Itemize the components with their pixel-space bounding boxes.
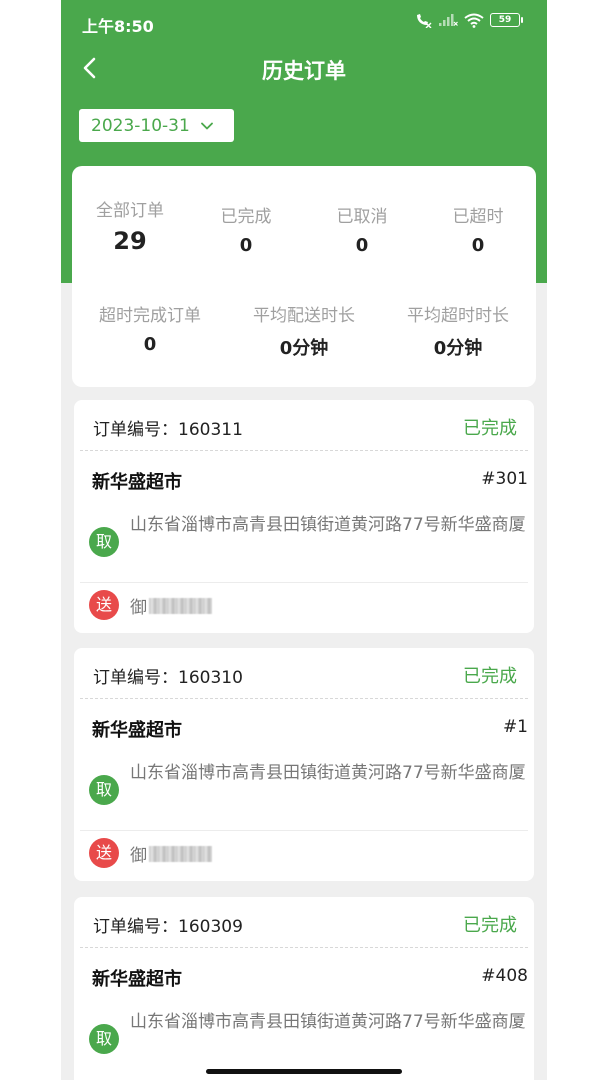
order-card[interactable]: 订单编号：160311 已完成 新华盛超市 #301 取 山东省淄博市高青县田镇… <box>74 400 534 633</box>
date-picker[interactable]: 2023-10-31 <box>79 109 234 142</box>
divider <box>80 450 528 451</box>
order-id: 订单编号：160309 <box>93 917 243 937</box>
redacted-text <box>149 845 212 862</box>
pickup-address: 山东省淄博市高青县田镇街道黄河路77号新华盛商厦 <box>130 1012 526 1032</box>
date-picker-value: 2023-10-31 <box>91 115 190 136</box>
stat-avg-delivery-time: 平均配送时长 0分钟 <box>236 301 372 360</box>
order-status: 已完成 <box>463 915 517 936</box>
stat-timeout-completed: 超时完成订单 0 <box>82 301 218 355</box>
shop-name: 新华盛超市 <box>92 472 182 493</box>
shop-name: 新华盛超市 <box>92 969 182 990</box>
status-icons: 59 <box>414 12 523 28</box>
order-id: 订单编号：160310 <box>93 668 243 688</box>
stat-label: 全部订单 <box>96 201 164 221</box>
signal-icon <box>439 14 458 26</box>
shop-name: 新华盛超市 <box>92 720 182 741</box>
chevron-down-icon <box>200 122 213 129</box>
call-muted-icon <box>417 14 432 28</box>
stat-value: 0分钟 <box>433 338 483 359</box>
stat-value: 0 <box>143 334 157 355</box>
pickup-badge: 取 <box>89 1024 119 1054</box>
navigation-bar: 历史订单 <box>61 46 547 90</box>
order-card[interactable]: 订单编号：160310 已完成 新华盛超市 #1 取 山东省淄博市高青县田镇街道… <box>74 648 534 881</box>
app-screen: 上午8:50 59 历史订单 2023-10-31 全部订单 29 已完成 0 … <box>61 0 547 1080</box>
delivery-badge: 送 <box>89 838 119 868</box>
stat-completed: 已完成 0 <box>194 202 298 256</box>
order-number: #301 <box>481 469 528 489</box>
stat-label: 已取消 <box>336 207 388 227</box>
recipient-name: 御 <box>130 598 147 618</box>
stat-value: 0 <box>355 235 369 256</box>
pickup-badge: 取 <box>89 775 119 805</box>
stat-value: 0 <box>471 235 485 256</box>
divider <box>80 698 528 699</box>
pickup-address: 山东省淄博市高青县田镇街道黄河路77号新华盛商厦 <box>130 763 526 783</box>
stat-label: 已完成 <box>220 207 272 227</box>
stat-cancelled: 已取消 0 <box>310 202 414 256</box>
wifi-icon <box>464 13 484 28</box>
order-header: 订单编号：160311 已完成 <box>74 400 534 450</box>
home-indicator[interactable] <box>206 1069 402 1074</box>
pickup-badge: 取 <box>89 527 119 557</box>
status-bar: 上午8:50 59 <box>61 0 547 46</box>
order-id: 订单编号：160311 <box>93 420 243 440</box>
order-header: 订单编号：160309 已完成 <box>74 897 534 947</box>
stat-value: 0 <box>239 235 253 256</box>
stat-avg-timeout-time: 平均超时时长 0分钟 <box>390 301 526 360</box>
recipient: 御 <box>130 593 212 618</box>
divider <box>80 830 528 831</box>
stat-label: 平均配送时长 <box>253 306 355 326</box>
stat-label: 平均超时时长 <box>407 306 509 326</box>
recipient-name: 御 <box>130 846 147 866</box>
stat-value: 0分钟 <box>279 338 329 359</box>
status-time: 上午8:50 <box>82 17 154 36</box>
redacted-text <box>149 597 212 614</box>
order-number: #408 <box>481 966 528 986</box>
pickup-address: 山东省淄博市高青县田镇街道黄河路77号新华盛商厦 <box>130 515 526 535</box>
stats-card: 全部订单 29 已完成 0 已取消 0 已超时 0 超时完成订单 0 平均配送时… <box>72 166 536 387</box>
divider <box>80 947 528 948</box>
order-number: #1 <box>502 717 528 737</box>
order-status: 已完成 <box>463 666 517 687</box>
stat-label: 已超时 <box>452 207 504 227</box>
stat-value: 29 <box>113 227 147 255</box>
page-title: 历史订单 <box>262 59 346 83</box>
stat-label: 超时完成订单 <box>99 306 201 326</box>
battery-icon: 59 <box>490 13 523 27</box>
stat-timeout: 已超时 0 <box>426 202 530 256</box>
divider <box>80 582 528 583</box>
order-header: 订单编号：160310 已完成 <box>74 648 534 698</box>
delivery-badge: 送 <box>89 590 119 620</box>
recipient: 御 <box>130 841 212 866</box>
stat-total-orders: 全部订单 29 <box>78 196 182 255</box>
order-card[interactable]: 订单编号：160309 已完成 新华盛超市 #408 取 山东省淄博市高青县田镇… <box>74 897 534 1080</box>
order-status: 已完成 <box>463 418 517 439</box>
